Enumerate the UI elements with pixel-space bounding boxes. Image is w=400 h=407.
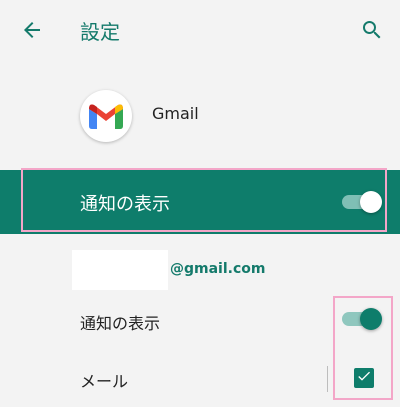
search-icon (360, 18, 384, 46)
setting-label-mail: メール (80, 372, 129, 391)
master-notification-toggle-row[interactable]: 通知の表示 (0, 170, 400, 234)
switch-knob (360, 308, 382, 330)
back-button[interactable] (14, 14, 50, 50)
gmail-logo-icon (80, 90, 132, 142)
notification-switch[interactable] (342, 308, 382, 330)
switch-knob (360, 191, 382, 213)
app-header: Gmail (0, 88, 400, 146)
setting-label-notification: 通知の表示 (80, 314, 161, 333)
search-button[interactable] (354, 14, 390, 50)
arrow-left-icon (20, 18, 44, 46)
row-divider (327, 366, 328, 392)
account-email-domain: @gmail.com (170, 261, 266, 277)
page-title: 設定 (80, 20, 120, 44)
master-toggle-label: 通知の表示 (80, 194, 170, 215)
master-toggle-switch[interactable] (342, 191, 382, 213)
redacted-account-name (72, 250, 168, 290)
mail-checkbox[interactable] (354, 368, 374, 388)
app-name: Gmail (152, 104, 199, 123)
check-icon (356, 368, 372, 388)
